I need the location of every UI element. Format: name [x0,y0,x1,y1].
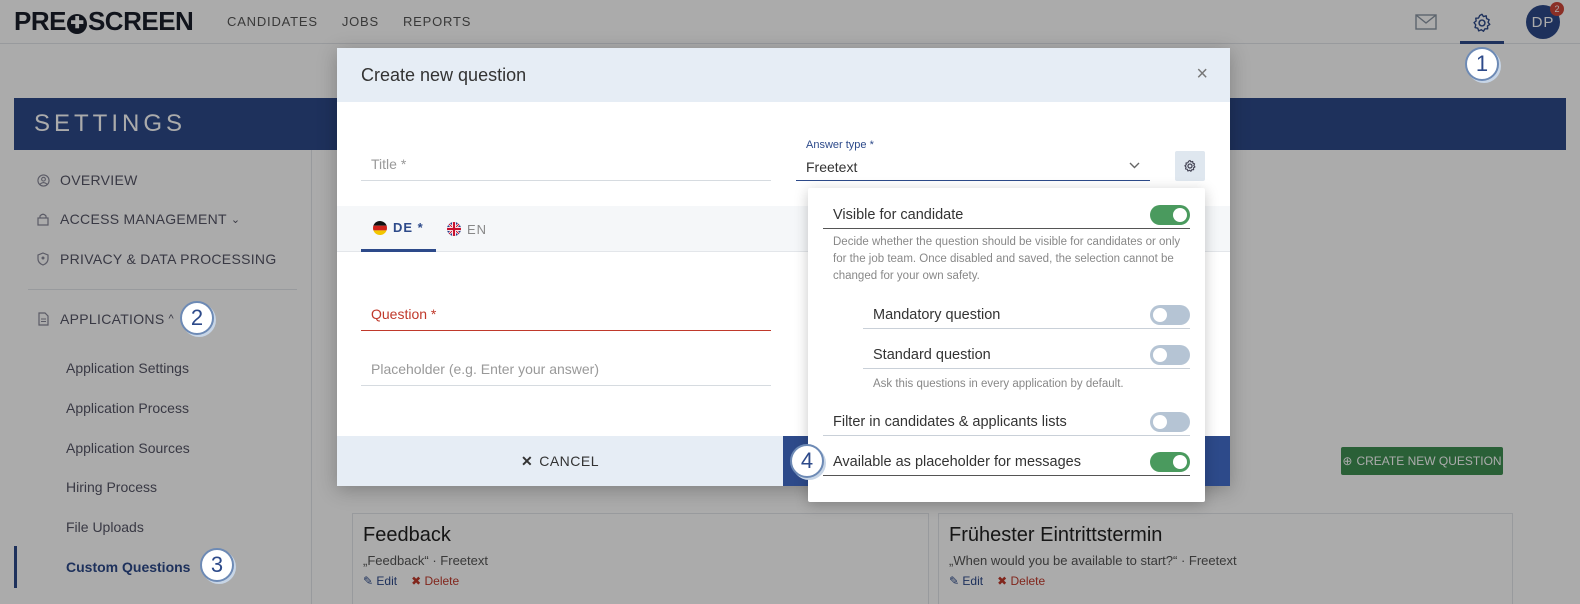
gear-icon [1184,159,1196,172]
question-input[interactable]: Question * [361,306,771,331]
step-marker-2: 2 [180,301,214,335]
german-flag-icon [373,220,387,235]
filter-lists-row: Filter in candidates & applicants lists [823,408,1190,436]
step-marker-1: 1 [1465,47,1499,81]
tab-en[interactable]: EN [447,206,487,252]
visible-for-candidate-toggle[interactable] [1150,204,1190,225]
answer-type-label: Answer type * [806,139,874,151]
tab-label: EN [467,221,488,237]
standard-question-label: Standard question [873,346,991,363]
answer-settings-button[interactable] [1175,151,1205,181]
standard-question-row: Standard question [863,341,1190,369]
chevron-down-icon [1129,160,1140,172]
close-icon: ✕ [520,452,534,469]
visible-for-candidate-row: Visible for candidate [823,201,1190,229]
cancel-label: CANCEL [539,453,600,469]
mandatory-question-row: Mandatory question [863,301,1190,329]
modal-header: Create new question × [337,48,1230,102]
visible-help-text: Decide whether the question should be vi… [833,236,1181,282]
visible-for-candidate-label: Visible for candidate [833,206,964,223]
answer-settings-popover: Visible for candidate Decide whether the… [808,188,1205,502]
placeholder-input[interactable]: Placeholder (e.g. Enter your answer) [361,361,771,386]
mandatory-question-label: Mandatory question [873,306,1001,323]
placeholder-messages-row: Available as placeholder for messages [823,448,1190,476]
filter-lists-toggle[interactable] [1150,411,1190,432]
standard-help-text: Ask this questions in every application … [873,378,1124,390]
title-input[interactable]: Title * [361,156,771,181]
uk-flag-icon [447,222,461,236]
tab-label: DE * [393,220,424,235]
answer-type-select[interactable]: Freetext [796,156,1150,181]
placeholder-messages-label: Available as placeholder for messages [833,453,1081,470]
step-marker-4: 4 [790,444,824,478]
cancel-button[interactable]: ✕ CANCEL [337,436,783,486]
step-marker-3: 3 [200,548,234,582]
answer-type-value: Freetext [806,159,858,175]
standard-question-toggle[interactable] [1150,344,1190,365]
mandatory-question-toggle[interactable] [1150,304,1190,325]
placeholder-messages-toggle[interactable] [1150,451,1190,472]
filter-lists-label: Filter in candidates & applicants lists [833,413,1067,430]
modal-title: Create new question [361,65,527,85]
close-icon[interactable]: × [1196,64,1208,84]
tab-de[interactable]: DE * [361,206,436,252]
